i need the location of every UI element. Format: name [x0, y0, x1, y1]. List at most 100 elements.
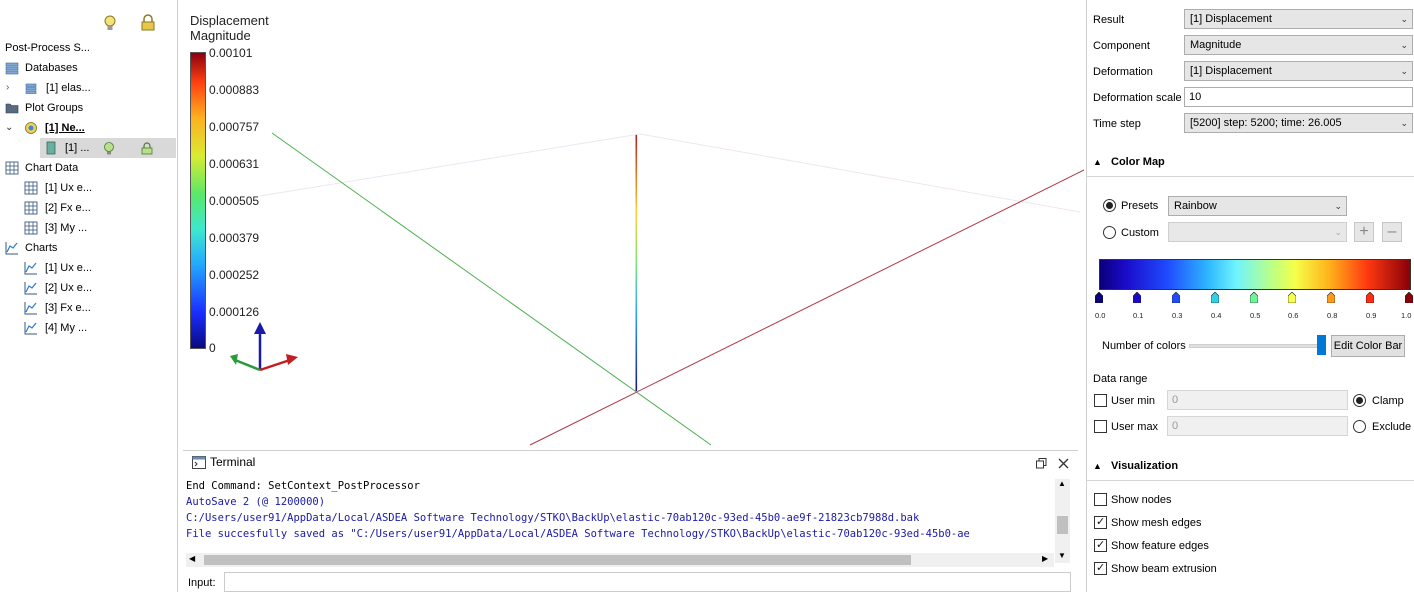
color-stop-marker[interactable] — [1095, 292, 1103, 303]
show-feature-edges-checkbox[interactable] — [1094, 539, 1107, 552]
scroll-right-icon[interactable]: ▶ — [1042, 554, 1048, 563]
remove-color-map-button[interactable]: – — [1382, 222, 1402, 242]
tree-item-database-elastic[interactable]: › [1] elas... — [0, 78, 176, 98]
tree-item-chart-data-3[interactable]: [3] My ... — [0, 218, 176, 238]
chevron-down-icon: ⌄ — [1400, 66, 1408, 76]
color-stop-label: 1.0 — [1401, 311, 1412, 320]
tree-item-plot-groups[interactable]: Plot Groups — [0, 98, 176, 118]
color-map-section-header[interactable]: ▲ Color Map — [1087, 152, 1414, 174]
show-beam-extrusion-checkbox[interactable] — [1094, 562, 1107, 575]
color-map-preview-bar[interactable] — [1099, 259, 1411, 290]
custom-select[interactable]: ⌄ — [1168, 222, 1347, 242]
deformation-select[interactable]: [1] Displacement ⌄ — [1184, 61, 1413, 81]
user-max-label: User max — [1111, 421, 1159, 433]
color-map-section-title: Color Map — [1111, 156, 1165, 168]
color-stop-marker[interactable] — [1327, 292, 1335, 303]
custom-radio[interactable] — [1103, 226, 1116, 239]
scene-canvas[interactable] — [180, 0, 1084, 450]
tree-item-charts[interactable]: Charts — [0, 238, 176, 258]
user-max-input[interactable]: 0 — [1167, 416, 1348, 436]
color-stop-marker[interactable] — [1405, 292, 1413, 303]
scene-guide-line — [639, 133, 1081, 213]
color-stop-marker[interactable] — [1172, 292, 1180, 303]
scroll-up-icon[interactable]: ▲ — [1058, 479, 1066, 488]
chevron-down-icon: ⌄ — [1400, 14, 1408, 24]
chevron-down-icon: ⌄ — [1400, 40, 1408, 50]
terminal-output[interactable]: End Command: SetContext_PostProcessor Au… — [186, 478, 1056, 546]
exclude-label: Exclude — [1372, 421, 1412, 433]
tree-item-chart-4[interactable]: [4] My ... — [0, 318, 176, 338]
color-stop-marker[interactable] — [1288, 292, 1296, 303]
clamp-radio[interactable] — [1353, 394, 1366, 407]
plot-icon — [46, 141, 56, 155]
beam-element[interactable] — [635, 135, 638, 391]
terminal-panel: Terminal End Command: SetContext_PostPro… — [183, 450, 1078, 592]
lightbulb-icon[interactable] — [102, 14, 118, 32]
presets-select[interactable]: Rainbow ⌄ — [1168, 196, 1347, 216]
scroll-left-icon[interactable]: ◀ — [189, 554, 195, 563]
user-min-checkbox[interactable] — [1094, 394, 1107, 407]
tree-root-post-process[interactable]: Post-Process S... — [5, 38, 175, 58]
tree-item-chart-data[interactable]: Chart Data — [0, 158, 176, 178]
scroll-down-icon[interactable]: ▼ — [1058, 551, 1066, 560]
tree-item-chart-data-2[interactable]: [2] Fx e... — [0, 198, 176, 218]
green-axis-line — [271, 132, 712, 446]
close-icon[interactable] — [1058, 458, 1069, 469]
component-select[interactable]: Magnitude ⌄ — [1184, 35, 1413, 55]
color-stop-label: 0.1 — [1133, 311, 1144, 320]
color-stop-label: 0.6 — [1288, 311, 1299, 320]
model-tree-panel: Post-Process S... Databases › [1] elas..… — [0, 0, 178, 592]
number-of-colors-slider[interactable] — [1189, 344, 1319, 348]
tree-item-databases[interactable]: Databases — [0, 58, 176, 78]
color-stop-marker[interactable] — [1211, 292, 1219, 303]
tree-item-chart-1[interactable]: [1] Ux e... — [0, 258, 176, 278]
terminal-line: End Command: SetContext_PostProcessor — [186, 480, 420, 492]
deformation-scale-value: 10 — [1189, 91, 1202, 103]
undock-icon[interactable] — [1036, 458, 1047, 469]
user-max-checkbox[interactable] — [1094, 420, 1107, 433]
3d-viewport[interactable]: Displacement Magnitude 0.00101 0.000883 … — [180, 0, 1084, 450]
show-nodes-label: Show nodes — [1111, 494, 1172, 506]
color-stop-marker[interactable] — [1366, 292, 1374, 303]
presets-label: Presets — [1121, 200, 1159, 212]
exclude-radio[interactable] — [1353, 420, 1366, 433]
user-min-input[interactable]: 0 — [1167, 390, 1348, 410]
lock-icon[interactable] — [140, 14, 156, 32]
chevron-right-icon[interactable]: › — [6, 78, 9, 98]
tree-item-chart-3[interactable]: [3] Fx e... — [0, 298, 176, 318]
add-color-map-button[interactable]: + — [1354, 222, 1374, 242]
scroll-thumb[interactable] — [1057, 516, 1068, 534]
scroll-thumb[interactable] — [204, 555, 911, 565]
result-select[interactable]: [1] Displacement ⌄ — [1184, 9, 1413, 29]
tree-item-plot-group-1[interactable]: ⌄ [1] Ne... — [0, 118, 176, 138]
tree-item-chart-2[interactable]: [2] Ux e... — [0, 278, 176, 298]
view-tools-icon[interactable] — [450, 0, 1050, 2]
collapse-triangle-icon[interactable]: ▲ — [1093, 157, 1102, 167]
presets-radio[interactable] — [1103, 199, 1116, 212]
database-icon — [5, 62, 19, 75]
terminal-horizontal-scrollbar[interactable]: ◀ ▶ — [186, 553, 1054, 567]
edit-color-bar-button[interactable]: Edit Color Bar — [1331, 335, 1405, 357]
tree-item-label: [1] Ne... — [45, 122, 85, 134]
plus-icon: + — [1359, 223, 1369, 240]
collapse-triangle-icon[interactable]: ▲ — [1093, 461, 1102, 471]
time-step-select[interactable]: [5200] step: 5200; time: 26.005 ⌄ — [1184, 113, 1413, 133]
color-stop-marker[interactable] — [1250, 292, 1258, 303]
lock-icon[interactable] — [140, 141, 154, 155]
tree-toolbar — [0, 0, 178, 40]
chevron-down-icon[interactable]: ⌄ — [5, 118, 13, 138]
deformation-scale-input[interactable]: 10 — [1184, 87, 1413, 107]
terminal-input[interactable] — [224, 572, 1071, 592]
terminal-vertical-scrollbar[interactable]: ▲ ▼ — [1055, 479, 1070, 563]
show-beam-extrusion-label: Show beam extrusion — [1111, 563, 1217, 575]
tree-item-chart-data-1[interactable]: [1] Ux e... — [0, 178, 176, 198]
lightbulb-icon[interactable] — [102, 141, 116, 155]
color-stop-marker[interactable] — [1133, 292, 1141, 303]
show-nodes-checkbox[interactable] — [1094, 493, 1107, 506]
show-mesh-edges-checkbox[interactable] — [1094, 516, 1107, 529]
legend-tick: 0.000883 — [209, 83, 260, 97]
visualization-section-header[interactable]: ▲ Visualization — [1087, 456, 1414, 478]
number-of-colors-slider-handle[interactable] — [1317, 335, 1326, 355]
tree-item-plot-1[interactable]: [1] ... — [40, 138, 176, 158]
user-min-label: User min — [1111, 395, 1156, 407]
